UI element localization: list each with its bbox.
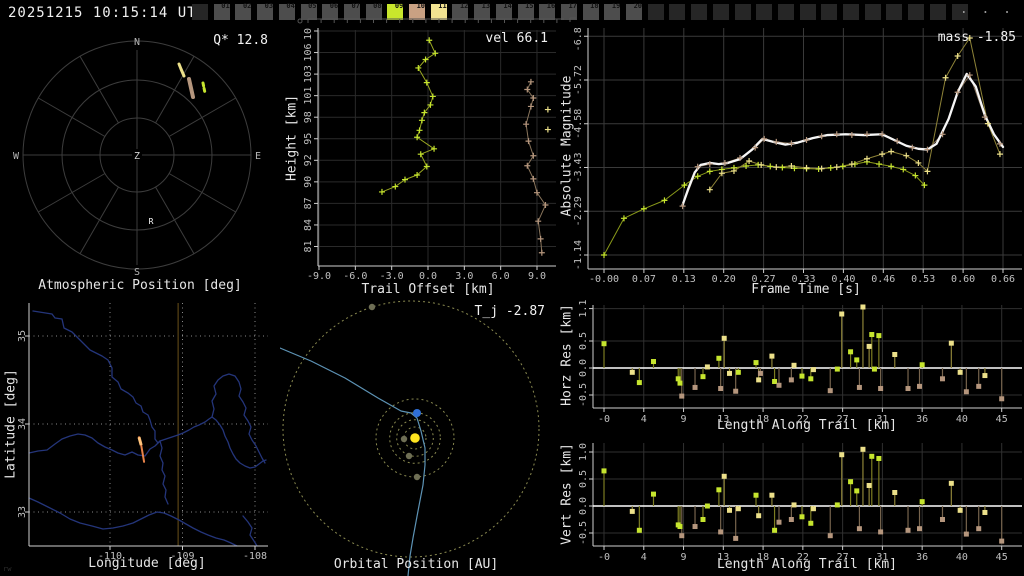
horz-res-panel: -0 4 9 13 18 22 27 31 36 40 45 1.1 0.5 0.0 -0.5 (556, 298, 1024, 438)
watermark: rw (3, 565, 12, 573)
mass-annotation: mass -1.85 (937, 30, 1016, 45)
frame-box-blank[interactable] (886, 4, 903, 20)
svg-text:101: 101 (303, 87, 314, 105)
svg-text:W: W (13, 151, 20, 162)
tisserand-annotation: T_j -2.87 (474, 304, 545, 319)
svg-text:Z: Z (134, 151, 140, 162)
svg-text:E: E (255, 151, 261, 162)
vert-res-xlabel: Length Along Trail [km] (716, 557, 897, 572)
svg-text:-0: -0 (598, 552, 610, 563)
frame-box-blank[interactable] (647, 4, 664, 20)
frame-box-blank[interactable] (929, 4, 946, 20)
vel-annotation: vel 66.1 (485, 31, 548, 46)
svg-text:106: 106 (303, 44, 314, 62)
svg-text:45: 45 (996, 552, 1008, 563)
frame-box-blank[interactable] (843, 4, 859, 20)
frame-box-04[interactable]: 04 (278, 3, 295, 20)
frame-box-blank[interactable] (821, 4, 838, 20)
svg-text:9.0: 9.0 (528, 271, 546, 282)
svg-text:-6.87: -6.87 (573, 28, 584, 51)
svg-text:-9.0: -9.0 (307, 271, 331, 282)
frame-box-18[interactable]: 18 (582, 3, 599, 20)
svg-text:-0.5: -0.5 (578, 521, 589, 545)
svg-text:103: 103 (303, 65, 314, 83)
svg-text:3.0: 3.0 (455, 271, 473, 282)
frame-box-03[interactable]: 03 (257, 3, 274, 20)
frame-box-blank[interactable] (777, 4, 794, 20)
svg-text:92: 92 (303, 154, 314, 166)
atmospheric-position-panel: NSWEZR (0, 28, 280, 298)
svg-text:6.0: 6.0 (492, 271, 510, 282)
frame-box-blank[interactable] (712, 4, 729, 20)
orbital-panel (280, 298, 556, 576)
frame-box-blank[interactable] (756, 4, 773, 20)
svg-text:81: 81 (303, 240, 314, 252)
frame-selector-bar: 20251215 10:15:14 UTC 01 02 03 04 05 06 07 08 09… (0, 0, 1024, 28)
frame-box-02[interactable]: 02 (235, 3, 252, 20)
svg-text:-3.43: -3.43 (573, 152, 584, 182)
frame-box-20[interactable]: 20 (626, 3, 642, 20)
svg-text:34: 34 (17, 418, 28, 430)
svg-text:45: 45 (996, 414, 1008, 425)
svg-text:-1.14: -1.14 (573, 240, 584, 270)
frame-box-blank[interactable] (908, 4, 925, 20)
svg-text:-3.0: -3.0 (380, 271, 404, 282)
svg-text:33: 33 (17, 506, 28, 518)
frame-box-blank[interactable] (864, 4, 881, 20)
svg-text:0.0: 0.0 (578, 359, 589, 377)
svg-text:109: 109 (303, 28, 314, 40)
svg-text:95: 95 (303, 133, 314, 145)
svg-text:R: R (149, 217, 154, 226)
svg-text:84: 84 (303, 219, 314, 231)
frame-box-blank[interactable] (192, 4, 208, 20)
svg-text:-2.29: -2.29 (573, 196, 584, 226)
map-xlabel: Longitude [deg] (88, 556, 206, 571)
vert-res-ylabel: Vert Res [km] (559, 443, 575, 545)
frame-box-blank[interactable] (734, 4, 751, 20)
svg-text:90: 90 (303, 176, 314, 188)
frame-box-blank[interactable] (799, 4, 816, 20)
frame-box-19[interactable]: 19 (604, 3, 621, 20)
frame-box-01[interactable]: 01 (213, 3, 230, 20)
polar-title: Atmospheric Position [deg] (38, 278, 242, 293)
horz-res-xlabel: Length Along Trail [km] (716, 418, 897, 433)
orbit-title: Orbital Position [AU] (333, 557, 499, 572)
svg-text:-0.5: -0.5 (578, 383, 589, 407)
svg-text:-4.58: -4.58 (573, 109, 584, 139)
svg-text:-0.00: -0.00 (589, 274, 619, 285)
svg-text:-6.0: -6.0 (343, 271, 367, 282)
vert-res-panel: -0 4 9 13 18 22 27 31 36 40 45 1.0 0.5 0.0 -0.5 (556, 436, 1024, 576)
svg-text:0.5: 0.5 (578, 332, 589, 350)
horz-res-ylabel: Horz Res [km] (559, 304, 575, 406)
svg-text:0.5: 0.5 (578, 470, 589, 488)
magnitude-xlabel: Frame Time [s] (751, 282, 861, 297)
svg-text:35: 35 (17, 330, 28, 342)
svg-text:0.0: 0.0 (419, 271, 437, 282)
map-ylabel: Latitude [deg] (3, 369, 19, 479)
svg-text:1.0: 1.0 (578, 443, 589, 461)
meteor-analysis-app: { "header": { "timestamp": "20251215 10:… (0, 0, 1024, 576)
svg-text:0.0: 0.0 (578, 497, 589, 515)
map-panel: -110 -109 -108 35 34 33 (0, 298, 280, 576)
timestamp: 20251215 10:15:14 UTC (8, 5, 207, 21)
svg-text:-0: -0 (598, 414, 610, 425)
svg-text:-5.72: -5.72 (573, 65, 584, 95)
svg-text:98: 98 (303, 111, 314, 123)
svg-text:S: S (134, 267, 140, 278)
timeline-ruler[interactable] (294, 16, 584, 26)
svg-text:0.66: 0.66 (991, 274, 1015, 285)
frame-box-blank[interactable] (691, 4, 708, 20)
svg-text:1.1: 1.1 (578, 300, 589, 318)
trail-offset-ylabel: Height [km] (284, 94, 300, 182)
magnitude-panel: -0.00 0.07 0.13 0.20 0.27 0.33 0.40 0.46 0.53 0.6… (556, 28, 1024, 298)
q-star-annotation: Q* 12.8 (213, 33, 268, 48)
trail-offset-xlabel: Trail Offset [km] (361, 282, 495, 297)
overflow-menu-icon[interactable]: . . . (960, 2, 1014, 17)
svg-text:87: 87 (303, 197, 314, 209)
frame-box-blank[interactable] (669, 4, 686, 20)
trail-offset-panel: -9.0 -6.0 -3.0 0.0 3.0 6.0 9.0 109 106 103 101 98 95… (280, 28, 570, 298)
magnitude-ylabel: Absolute Magnitude (559, 75, 575, 217)
